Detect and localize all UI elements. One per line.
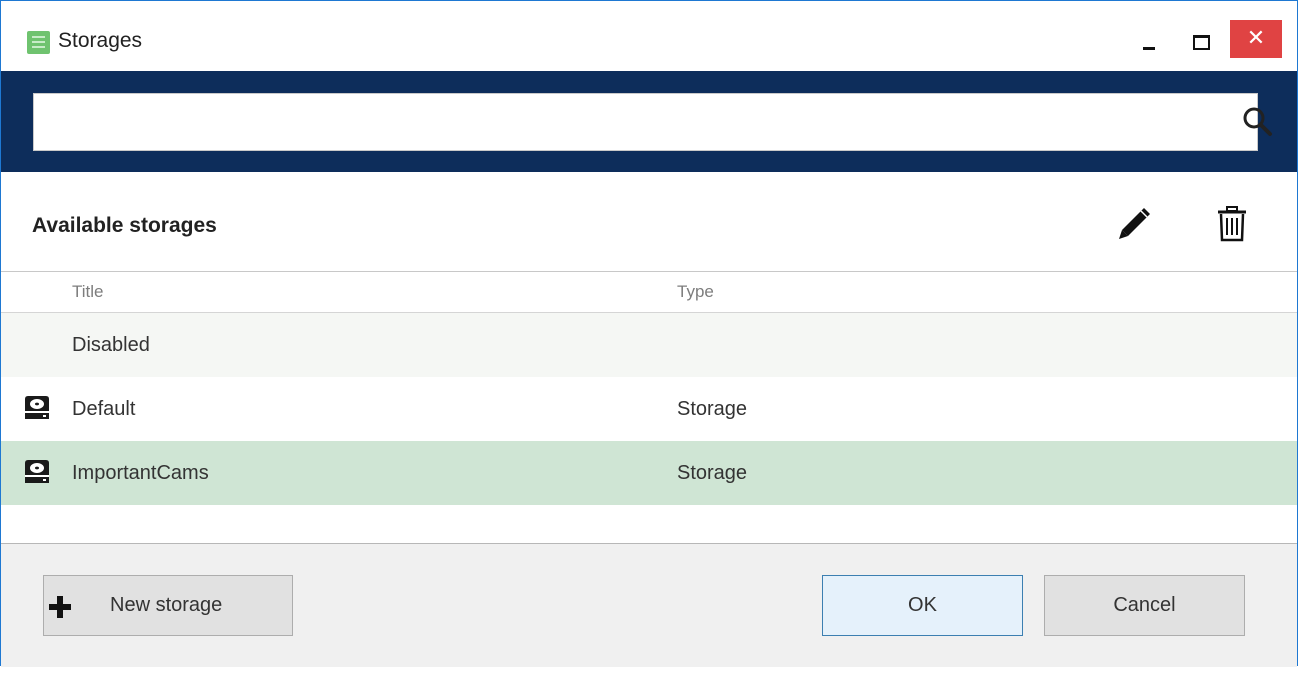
window-title: Storages <box>58 29 143 52</box>
trash-icon[interactable] <box>1215 205 1249 243</box>
dialog-footer: New storage OK Cancel <box>1 545 1297 667</box>
title-bar[interactable]: Storages ✕ <box>1 1 1297 71</box>
row-type: Storage <box>677 462 748 484</box>
table-row[interactable]: Disabled <box>1 313 1297 377</box>
table-row[interactable]: ImportantCams Storage <box>1 441 1297 505</box>
row-title: ImportantCams <box>72 462 209 484</box>
cancel-button[interactable]: Cancel <box>1044 575 1245 636</box>
column-header-title[interactable]: Title <box>72 282 104 302</box>
hard-drive-icon <box>25 460 49 483</box>
panel-divider <box>1 271 1297 272</box>
ok-label: OK <box>908 594 937 616</box>
plus-icon <box>49 596 71 618</box>
maximize-button[interactable] <box>1177 17 1223 61</box>
close-icon: ✕ <box>1246 26 1266 51</box>
row-title: Default <box>72 398 136 420</box>
new-storage-label: New storage <box>110 594 223 616</box>
table-row[interactable]: Default Storage <box>1 377 1297 441</box>
new-storage-button[interactable]: New storage <box>43 575 293 636</box>
search-input[interactable] <box>33 93 1258 151</box>
hard-drive-icon <box>25 396 49 419</box>
close-button[interactable]: ✕ <box>1230 20 1282 58</box>
section-title: Available storages <box>32 214 217 237</box>
cancel-label: Cancel <box>1113 594 1176 616</box>
storages-window: Storages ✕ Available storages Title Type… <box>0 0 1298 667</box>
column-header-type[interactable]: Type <box>677 282 714 302</box>
row-title: Disabled <box>72 334 150 356</box>
minimize-button[interactable] <box>1126 17 1172 61</box>
pencil-icon[interactable] <box>1115 205 1153 243</box>
search-icon[interactable] <box>1241 105 1273 137</box>
storages-list-panel: Available storages Title Type Disabled D… <box>1 172 1297 544</box>
search-bar <box>1 71 1297 172</box>
storage-list-icon <box>27 31 50 54</box>
row-type: Storage <box>677 398 748 420</box>
ok-button[interactable]: OK <box>822 575 1023 636</box>
